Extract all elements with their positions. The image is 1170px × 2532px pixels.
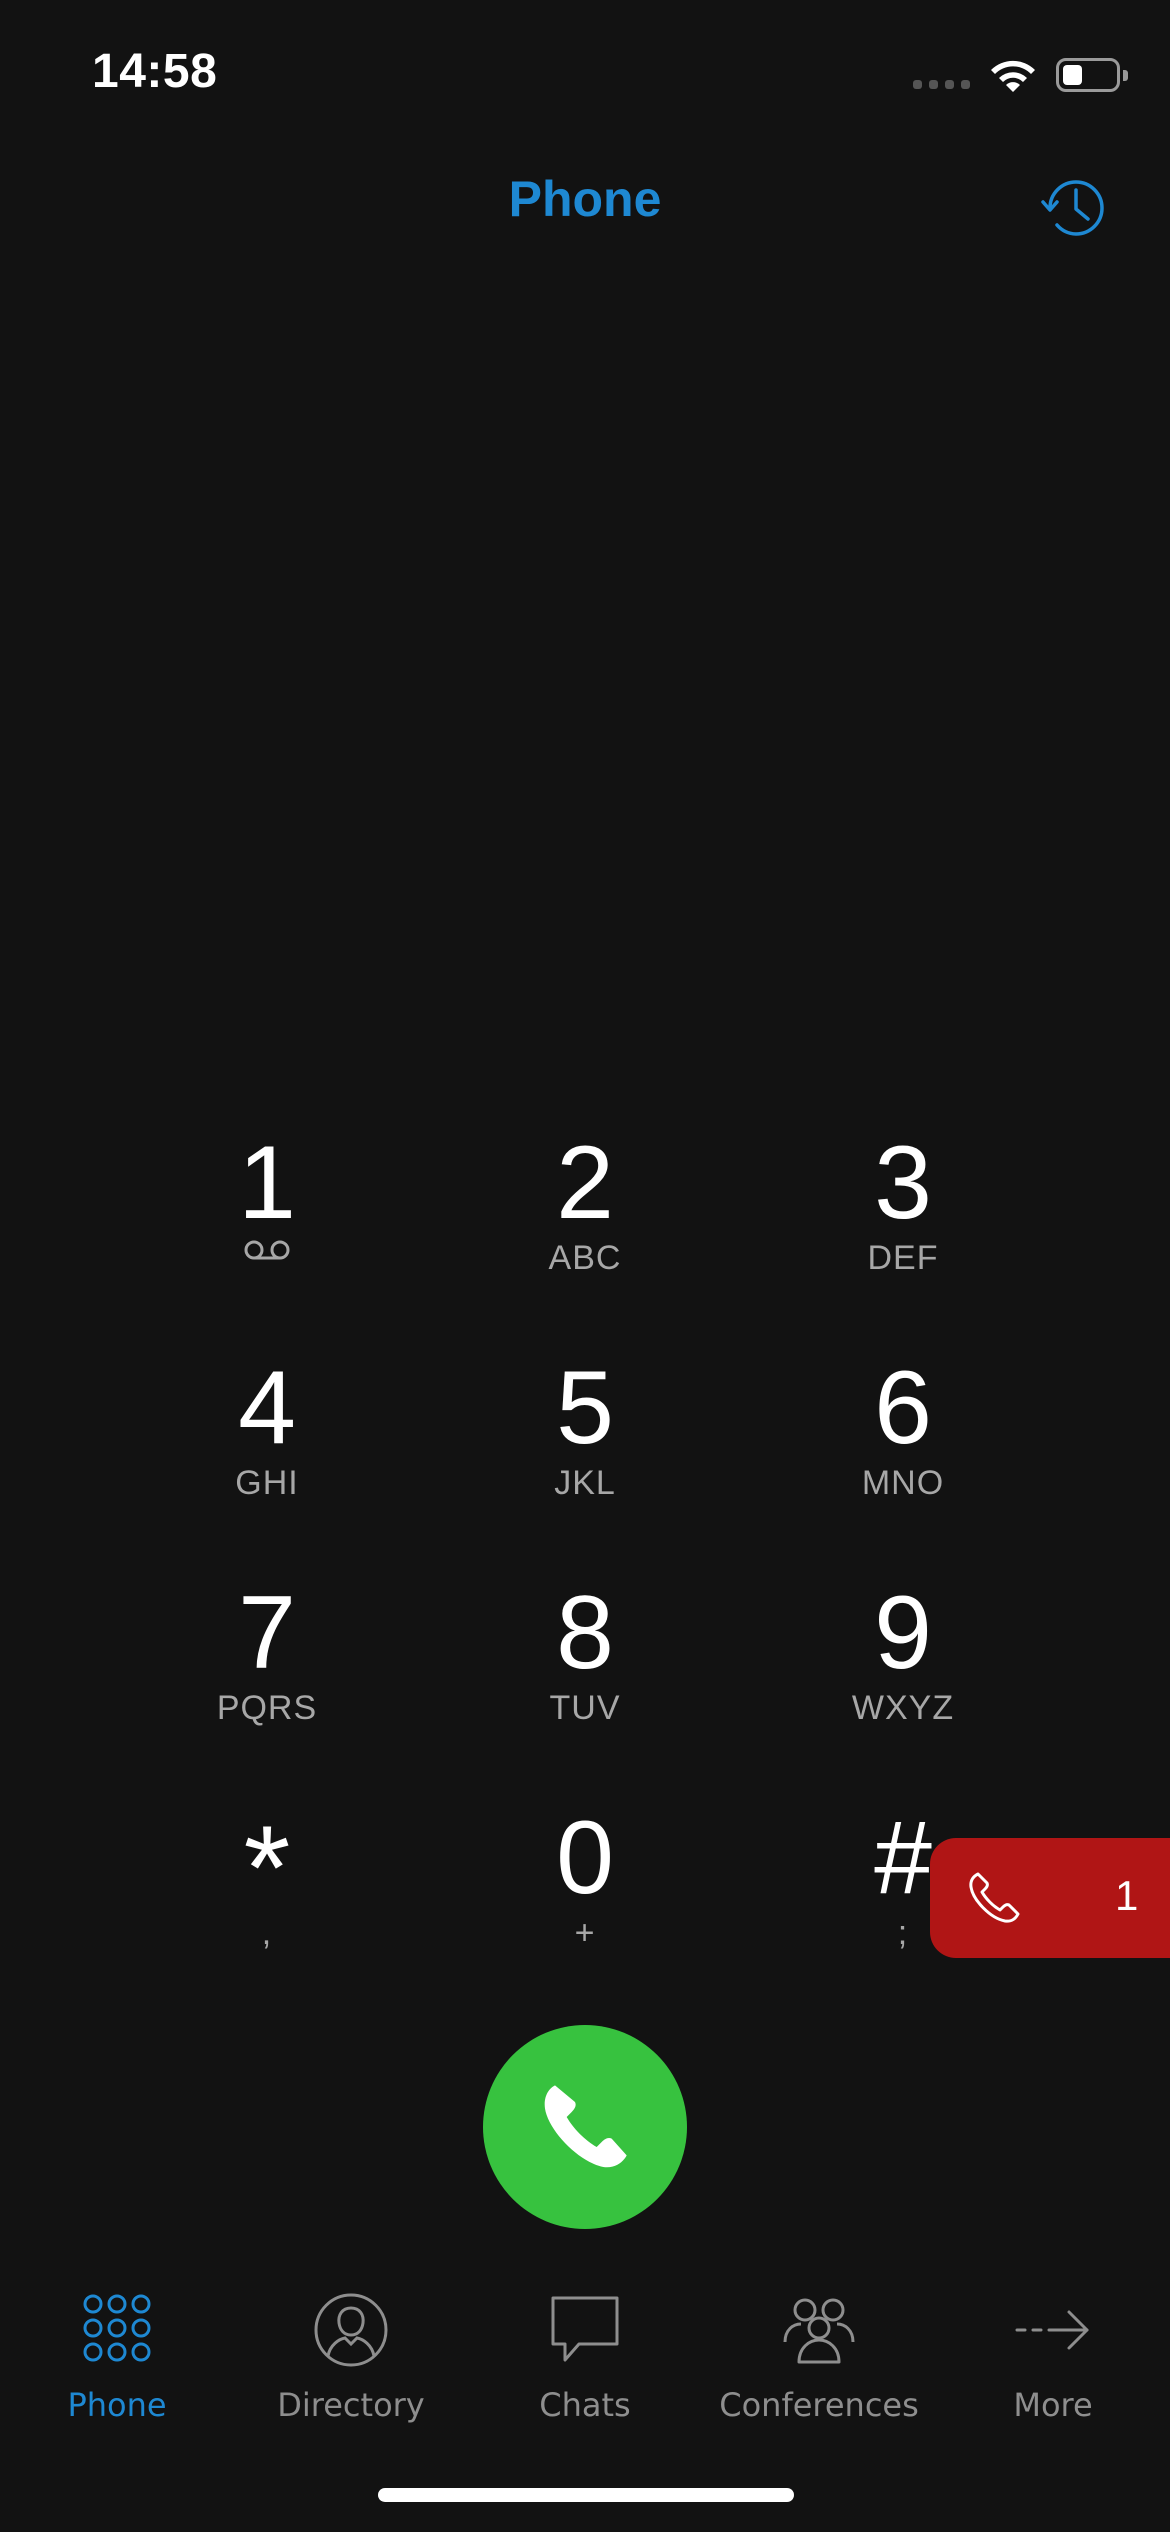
phone-handset-icon [969, 1872, 1020, 1923]
key-2[interactable]: 2 ABC [426, 1120, 744, 1345]
call-history-button[interactable] [1040, 172, 1112, 244]
key-letters: ABC [548, 1239, 622, 1277]
tab-label: Chats [539, 2386, 631, 2424]
key-4[interactable]: 4 GHI [108, 1345, 426, 1570]
key-digit: * [243, 1801, 291, 1935]
active-call-badge[interactable]: 1 [930, 1838, 1170, 1958]
phone-screen: 14:58 Phone 1 2 ABC 3 DEF 4 GHI 5 JKL 6 … [0, 0, 1170, 2532]
key-letters: , [261, 1914, 273, 1952]
tab-label: Conferences [719, 2386, 919, 2424]
tab-directory[interactable]: Directory [234, 2290, 468, 2430]
key-letters: GHI [235, 1464, 299, 1502]
key-digit: 7 [238, 1575, 296, 1691]
keypad-icon [83, 2294, 151, 2362]
tab-label: Directory [277, 2386, 425, 2424]
tab-chats[interactable]: Chats [468, 2290, 702, 2430]
key-digit: # [874, 1800, 932, 1916]
key-digit: 5 [556, 1350, 614, 1466]
tab-phone[interactable]: Phone [0, 2290, 234, 2430]
battery-icon [1056, 58, 1128, 92]
key-6[interactable]: 6 MNO [744, 1345, 1062, 1570]
key-digit: 8 [556, 1575, 614, 1691]
chat-bubble-icon [551, 2296, 619, 2362]
key-digit: 3 [874, 1125, 932, 1241]
key-letters: JKL [554, 1464, 616, 1502]
key-letters: MNO [861, 1464, 945, 1502]
key-digit: 2 [556, 1125, 614, 1241]
group-icon [783, 2298, 855, 2364]
key-letters: PQRS [216, 1689, 318, 1727]
key-1[interactable]: 1 [108, 1120, 426, 1345]
key-8[interactable]: 8 TUV [426, 1570, 744, 1795]
status-time: 14:58 [92, 45, 218, 98]
key-star[interactable]: * , [108, 1795, 426, 2020]
key-letters: ; [897, 1914, 909, 1952]
voicemail-icon [244, 1240, 290, 1260]
bottom-tab-bar: Phone Directory Chats Conferences More [0, 2290, 1170, 2430]
key-3[interactable]: 3 DEF [744, 1120, 1062, 1345]
key-letters: WXYZ [851, 1689, 955, 1727]
key-digit: 9 [874, 1575, 932, 1691]
phone-handset-icon [544, 2085, 627, 2168]
key-digit: 1 [238, 1125, 296, 1241]
tab-label: More [1013, 2386, 1093, 2424]
page-title: Phone [508, 171, 662, 227]
key-5[interactable]: 5 JKL [426, 1345, 744, 1570]
active-call-count: 1 [1115, 1872, 1139, 1919]
key-letters: + [574, 1914, 596, 1952]
cellular-signal-icon [913, 79, 970, 89]
arrow-right-icon [1015, 2310, 1089, 2350]
home-indicator[interactable] [378, 2488, 794, 2502]
key-digit: 4 [238, 1350, 296, 1466]
tab-conferences[interactable]: Conferences [702, 2290, 936, 2430]
status-indicators [913, 50, 1128, 100]
dial-keypad: 1 2 ABC 3 DEF 4 GHI 5 JKL 6 MNO 7 PQRS 8… [108, 1120, 1062, 2020]
key-digit: 0 [556, 1800, 614, 1916]
key-9[interactable]: 9 WXYZ [744, 1570, 1062, 1795]
call-button[interactable] [483, 2025, 687, 2229]
tab-more[interactable]: More [936, 2290, 1170, 2430]
key-digit: 6 [874, 1350, 932, 1466]
key-0[interactable]: 0 + [426, 1795, 744, 2020]
tab-label: Phone [67, 2386, 167, 2424]
person-icon [314, 2293, 388, 2367]
key-7[interactable]: 7 PQRS [108, 1570, 426, 1795]
key-letters: TUV [549, 1689, 621, 1727]
history-clock-icon [1041, 180, 1104, 236]
wifi-icon [991, 60, 1035, 92]
key-letters: DEF [867, 1239, 939, 1277]
